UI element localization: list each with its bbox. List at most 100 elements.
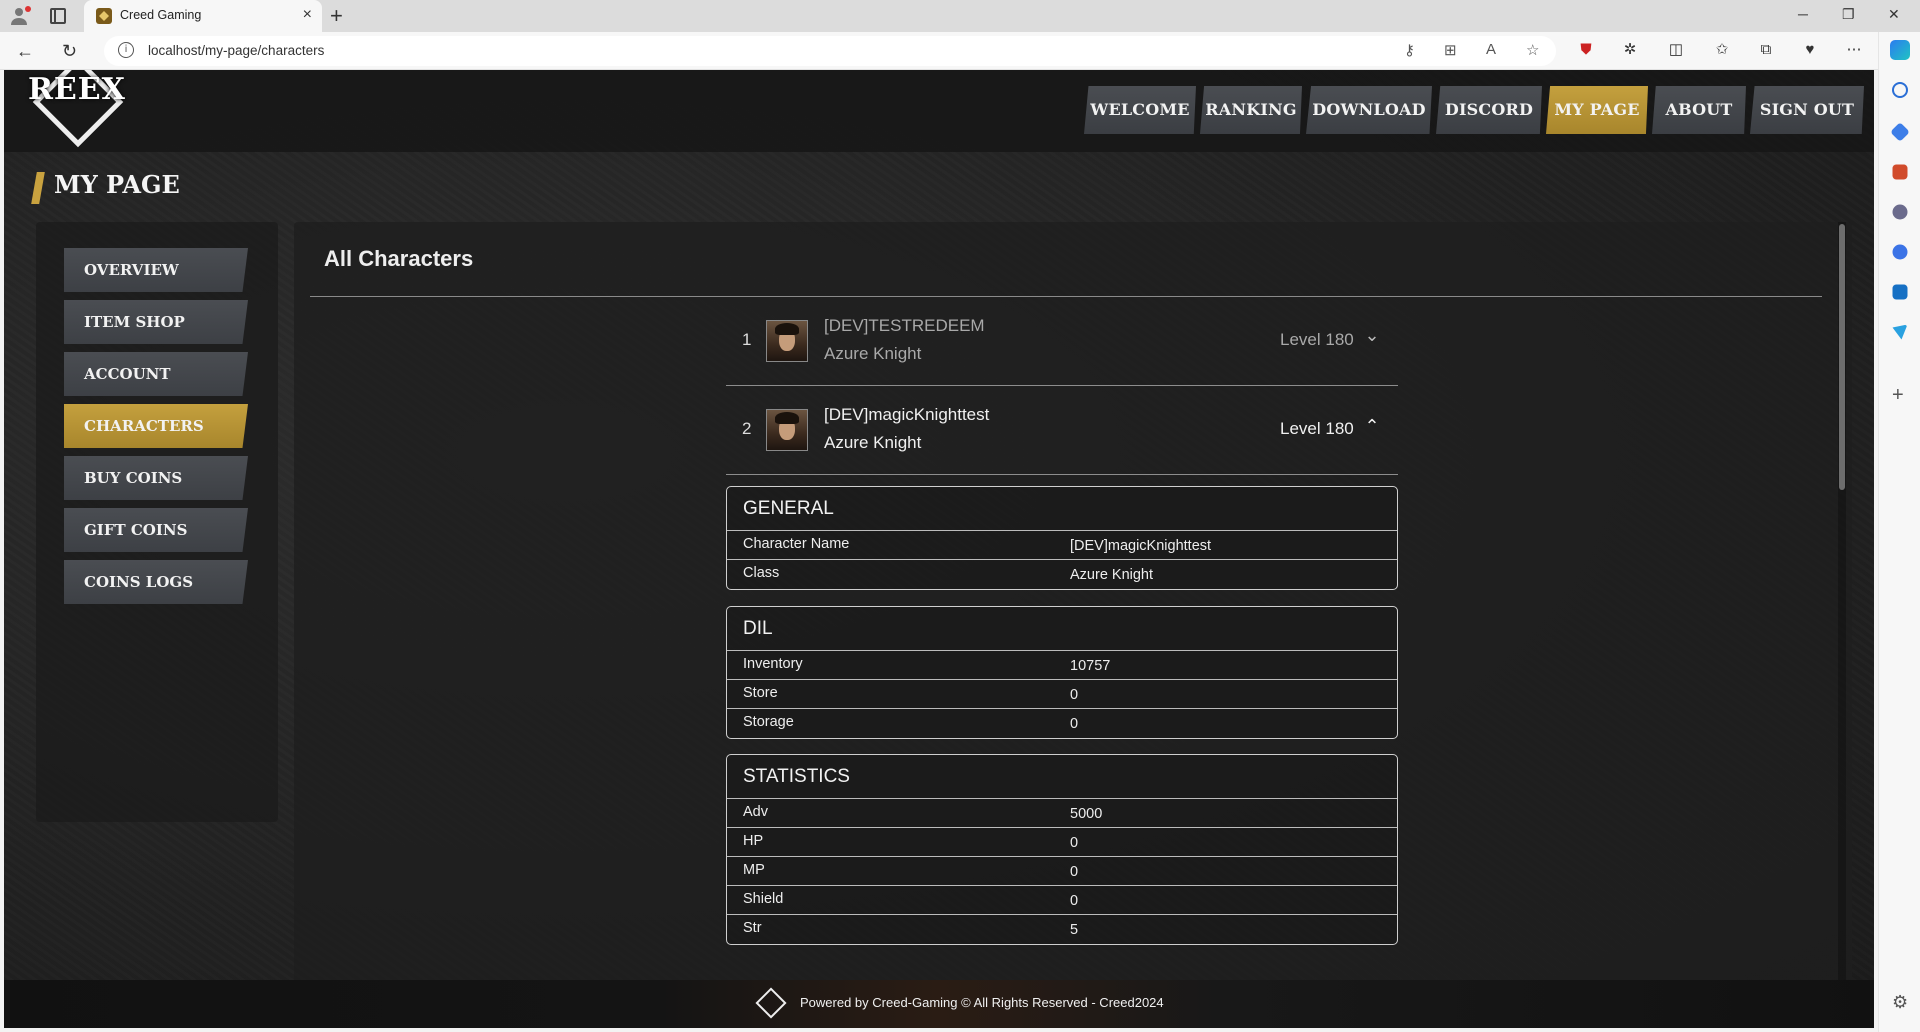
row-label: Class bbox=[743, 565, 780, 581]
back-icon[interactable]: ← bbox=[16, 41, 34, 62]
panel-row: MP 0 bbox=[727, 857, 1397, 886]
character-level: Level 180 bbox=[1280, 419, 1354, 438]
panel-row: Store 0 bbox=[727, 680, 1397, 709]
apps-icon[interactable]: ⊞ bbox=[1444, 41, 1457, 59]
close-window-icon[interactable]: ✕ bbox=[1888, 6, 1900, 23]
character-class: Azure Knight bbox=[824, 344, 922, 363]
profile-icon[interactable] bbox=[10, 6, 32, 26]
tools-icon[interactable] bbox=[1892, 164, 1908, 180]
row-value: 0 bbox=[1070, 835, 1079, 851]
row-label: MP bbox=[743, 862, 765, 878]
row-value: [DEV]magicKnighttest bbox=[1070, 538, 1212, 554]
read-aloud-icon[interactable]: A bbox=[1486, 41, 1496, 58]
sidebar-item-buy-coins[interactable]: BUY COINS bbox=[64, 456, 248, 500]
sidebar-item-characters[interactable]: CHARACTERS bbox=[64, 404, 248, 448]
row-label: Str bbox=[743, 920, 762, 936]
nav-download[interactable]: DOWNLOAD bbox=[1306, 86, 1432, 134]
panel-row: Adv 5000 bbox=[727, 799, 1397, 828]
more-menu-icon[interactable]: ⋯ bbox=[1844, 40, 1864, 60]
character-name: [DEV]magicKnighttest bbox=[824, 405, 990, 424]
key-icon[interactable]: ⚷ bbox=[1404, 41, 1415, 59]
tab-title: Creed Gaming bbox=[120, 8, 202, 22]
shield-extension-icon[interactable]: ⛊ bbox=[1576, 40, 1596, 60]
title-accent-bar bbox=[31, 172, 45, 204]
url-text[interactable]: localhost/my-page/characters bbox=[148, 43, 324, 58]
row-label: Character Name bbox=[743, 536, 850, 552]
panel-row: Str 5 bbox=[727, 915, 1397, 944]
website-viewport: REEX WELCOME RANKING DOWNLOAD DISCORD MY… bbox=[4, 70, 1874, 1028]
favorites-icon[interactable]: ✩ bbox=[1712, 40, 1732, 60]
row-label: HP bbox=[743, 833, 764, 849]
send-icon[interactable] bbox=[1892, 324, 1908, 340]
restore-icon[interactable]: ❐ bbox=[1842, 6, 1855, 23]
add-sidebar-app-icon[interactable]: + bbox=[1892, 384, 1904, 407]
footer-logo-icon bbox=[755, 987, 787, 1019]
nav-welcome[interactable]: WELCOME bbox=[1084, 86, 1196, 134]
collections-icon[interactable]: ⧉ bbox=[1756, 40, 1776, 60]
nav-my-page[interactable]: MY PAGE bbox=[1546, 86, 1648, 134]
divider bbox=[310, 296, 1822, 297]
copilot-icon[interactable] bbox=[1890, 40, 1910, 60]
row-label: Inventory bbox=[743, 656, 803, 672]
site-header: REEX WELCOME RANKING DOWNLOAD DISCORD MY… bbox=[4, 70, 1874, 152]
row-value: 5000 bbox=[1070, 806, 1103, 822]
search-icon[interactable] bbox=[1892, 82, 1908, 98]
shopping-tag-icon[interactable] bbox=[1890, 122, 1910, 142]
row-value: 5 bbox=[1070, 922, 1079, 938]
panel-row: HP 0 bbox=[727, 828, 1397, 857]
close-tab-icon[interactable]: × bbox=[303, 6, 312, 24]
sidebar-item-overview[interactable]: OVERVIEW bbox=[64, 248, 248, 292]
dil-panel: DIL Inventory 10757 Store 0 Storage 0 bbox=[726, 606, 1398, 739]
character-index: 1 bbox=[742, 330, 752, 349]
row-value: 0 bbox=[1070, 716, 1079, 732]
minimize-icon[interactable]: ─ bbox=[1798, 6, 1808, 22]
panel-row: Character Name [DEV]magicKnighttest bbox=[727, 531, 1397, 560]
address-bar[interactable]: i localhost/my-page/characters ⚷ ⊞ A ☆ bbox=[104, 36, 1556, 66]
sidebar-item-coins-logs[interactable]: COINS LOGS bbox=[64, 560, 248, 604]
content-scrollbar[interactable] bbox=[1838, 222, 1846, 992]
panel-row: Inventory 10757 bbox=[727, 651, 1397, 680]
sidebar-item-gift-coins[interactable]: GIFT COINS bbox=[64, 508, 248, 552]
site-logo[interactable]: REEX bbox=[24, 70, 134, 148]
character-row[interactable]: 2 [DEV]magicKnighttest Azure Knight Leve… bbox=[726, 387, 1398, 475]
character-class: Azure Knight bbox=[824, 433, 922, 452]
row-value: 0 bbox=[1070, 687, 1079, 703]
panel-row: Shield 0 bbox=[727, 886, 1397, 915]
general-panel: GENERAL Character Name [DEV]magicKnightt… bbox=[726, 486, 1398, 590]
row-label: Store bbox=[743, 685, 778, 701]
panel-row: Storage 0 bbox=[727, 709, 1397, 738]
sidebar-item-item-shop[interactable]: ITEM SHOP bbox=[64, 300, 248, 344]
character-row[interactable]: 1 [DEV]TESTREDEEM Azure Knight Level 180… bbox=[726, 298, 1398, 386]
browser-sidebar: + ⚙ bbox=[1878, 32, 1920, 1032]
chevron-up-icon[interactable]: ⌃ bbox=[1362, 417, 1382, 437]
new-tab-icon[interactable]: + bbox=[330, 3, 343, 29]
settings-gear-icon[interactable]: ⚙ bbox=[1892, 992, 1908, 1013]
nav-sign-out[interactable]: SIGN OUT bbox=[1750, 86, 1864, 134]
outlook-icon[interactable] bbox=[1892, 284, 1908, 300]
browser-tab-bar: Creed Gaming × + ─ ❐ ✕ bbox=[0, 0, 1920, 32]
browser-essentials-icon[interactable]: ♥ bbox=[1800, 40, 1820, 60]
nav-discord[interactable]: DISCORD bbox=[1436, 86, 1542, 134]
row-value: 10757 bbox=[1070, 658, 1111, 674]
nav-ranking[interactable]: RANKING bbox=[1200, 86, 1302, 134]
row-value: 0 bbox=[1070, 893, 1079, 909]
nav-about[interactable]: ABOUT bbox=[1652, 86, 1746, 134]
character-avatar bbox=[766, 320, 808, 362]
refresh-icon[interactable]: ↻ bbox=[62, 41, 77, 62]
address-toolbar: ← ↻ i localhost/my-page/characters ⚷ ⊞ A… bbox=[0, 32, 1920, 70]
chevron-down-icon[interactable]: ⌄ bbox=[1362, 326, 1382, 346]
split-screen-icon[interactable]: ◫ bbox=[1666, 40, 1686, 60]
row-label: Shield bbox=[743, 891, 784, 907]
site-info-icon[interactable]: i bbox=[118, 42, 134, 58]
favorite-star-icon[interactable]: ☆ bbox=[1526, 41, 1539, 59]
character-avatar bbox=[766, 409, 808, 451]
sidebar-item-account[interactable]: ACCOUNT bbox=[64, 352, 248, 396]
microsoft-365-icon[interactable] bbox=[1892, 244, 1908, 260]
extensions-icon[interactable]: ✲ bbox=[1620, 40, 1640, 60]
page-title-text: MY PAGE bbox=[54, 170, 180, 199]
scrollbar-thumb[interactable] bbox=[1839, 224, 1845, 490]
tab-actions-icon[interactable] bbox=[50, 8, 66, 24]
row-label: Storage bbox=[743, 714, 794, 730]
games-icon[interactable] bbox=[1892, 204, 1908, 220]
browser-tab[interactable]: Creed Gaming × bbox=[84, 0, 322, 32]
